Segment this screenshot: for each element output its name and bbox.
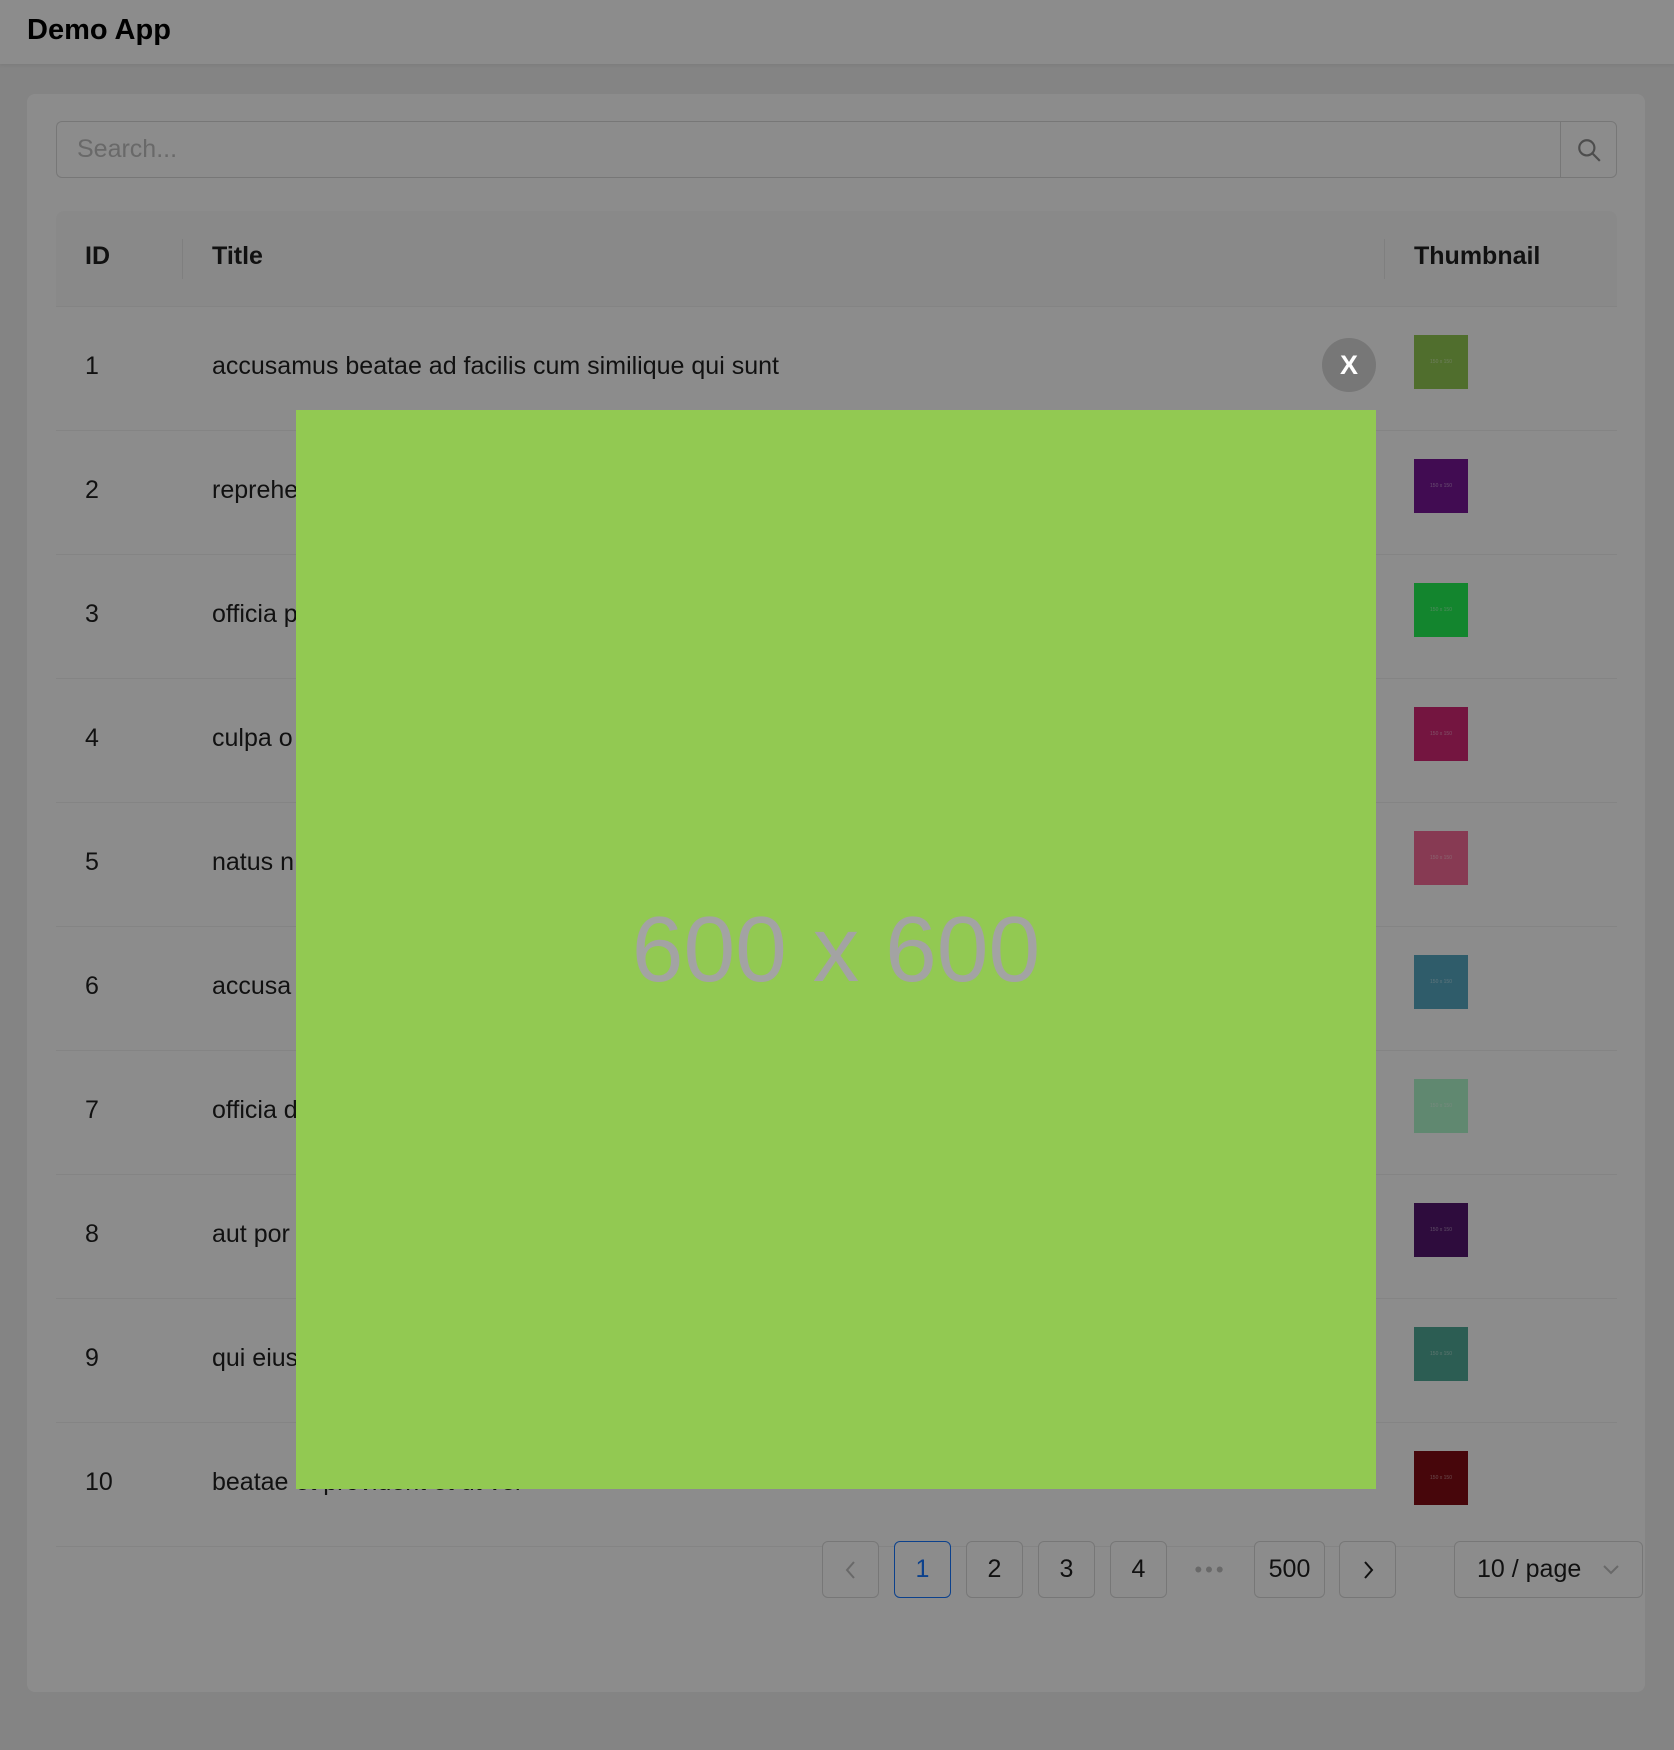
lightbox-image-label: 600 x 600 [631,897,1041,1001]
lightbox-image: 600 x 600 [296,410,1376,1489]
close-button[interactable]: X [1322,338,1376,392]
